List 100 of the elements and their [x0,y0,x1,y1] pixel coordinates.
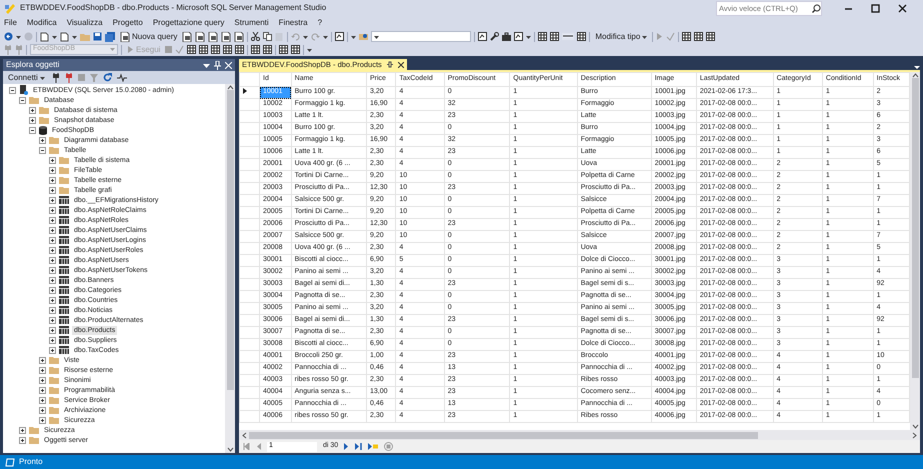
grid-icon[interactable] [279,45,288,54]
toolbox-icon[interactable] [502,32,512,41]
checkmark-icon[interactable] [175,45,184,54]
close-icon[interactable] [398,62,404,68]
dropdown-icon[interactable] [203,62,210,68]
copy-icon[interactable] [263,32,272,41]
expand-icon[interactable] [39,136,46,144]
menu-item[interactable]: Modifica [26,17,57,29]
grid-icon[interactable] [211,45,220,54]
change-type-button[interactable]: Modifica tipo [593,30,650,42]
plug-icon[interactable] [52,72,60,82]
pin-icon[interactable] [386,61,393,68]
scroll-right-icon[interactable] [912,432,918,438]
expand-icon[interactable] [49,266,56,274]
grid-icon[interactable] [291,45,300,54]
grid-icon[interactable] [694,32,704,41]
wrench-icon[interactable] [490,32,500,41]
expand-icon[interactable] [29,116,36,124]
save-all-icon[interactable] [105,32,115,42]
close-icon[interactable] [898,4,907,12]
menu-item[interactable]: Progetto [112,17,143,29]
scroll-up-icon[interactable] [226,84,234,90]
grid-icon[interactable] [706,32,716,41]
expand-icon[interactable] [39,396,46,404]
query-icon[interactable] [182,32,192,42]
query-icon[interactable] [195,32,206,42]
grid-icon[interactable] [187,45,196,54]
grid-icon[interactable] [263,45,272,54]
expand-icon[interactable] [19,436,26,444]
menu-item[interactable]: Progettazione query [152,17,224,29]
query-icon[interactable] [221,32,232,42]
menu-item[interactable]: Strumenti [234,17,269,29]
expand-icon[interactable] [49,216,56,224]
collapse-icon[interactable] [19,96,26,104]
collapse-icon[interactable] [29,126,36,134]
expand-icon[interactable] [49,306,56,314]
search-icon[interactable] [812,4,821,12]
save-icon[interactable] [93,32,102,41]
expand-icon[interactable] [49,296,56,304]
expand-icon[interactable] [49,346,56,354]
activity-icon[interactable] [116,73,127,82]
expand-icon[interactable] [49,206,56,214]
next-page-icon[interactable] [344,443,350,450]
window-icon[interactable] [478,32,488,41]
expand-icon[interactable] [39,386,46,394]
expand-icon[interactable] [49,166,56,174]
collapse-icon[interactable] [9,86,16,94]
window-icon[interactable] [335,32,344,41]
expand-icon[interactable] [39,356,46,364]
query-icon[interactable] [120,32,130,42]
back-icon[interactable] [4,32,13,41]
expand-icon[interactable] [49,276,56,284]
expand-icon[interactable] [49,336,56,344]
expand-icon[interactable] [49,256,56,264]
expand-icon[interactable] [39,366,46,374]
grid-icon[interactable] [223,45,232,54]
scroll-left-icon[interactable] [241,432,247,438]
expand-icon[interactable] [19,426,26,434]
query-icon[interactable] [208,32,218,42]
menu-item[interactable]: Visualizza [66,17,103,29]
expand-icon[interactable] [39,416,46,424]
scroll-up-icon[interactable] [912,72,918,78]
grid-icon[interactable] [682,32,692,41]
expand-icon[interactable] [49,186,56,194]
expand-icon[interactable] [49,316,56,324]
scroll-down-icon[interactable] [226,447,234,453]
grid-icon[interactable] [199,45,208,54]
expand-icon[interactable] [49,326,56,334]
expand-icon[interactable] [49,156,56,164]
expand-icon[interactable] [49,236,56,244]
row-header[interactable] [240,86,260,98]
grid-icon[interactable] [235,45,244,54]
scrollbar[interactable] [225,84,235,453]
menu-item[interactable]: ? [318,17,322,29]
menu-item[interactable]: Finestra [278,17,308,29]
expand-icon[interactable] [49,226,56,234]
expand-icon[interactable] [49,196,56,204]
scrollbar[interactable] [910,72,920,430]
connect-button[interactable]: Connetti [6,72,47,84]
checkmark-icon[interactable] [666,32,676,41]
window-icon[interactable] [514,32,524,41]
expand-icon[interactable] [29,106,36,114]
menu-item[interactable]: File [4,17,17,29]
query-icon[interactable] [234,32,244,42]
grid-icon[interactable] [550,32,560,41]
collapse-icon[interactable] [39,146,46,154]
refresh-icon[interactable] [102,73,112,82]
new-query-button[interactable]: Nuova query [118,30,180,42]
grid-icon[interactable] [251,45,260,54]
scissors-icon[interactable] [251,32,260,41]
new-row-icon[interactable] [368,443,378,450]
expand-icon[interactable] [39,376,46,384]
maximize-icon[interactable] [871,4,880,12]
expand-icon[interactable] [49,246,56,254]
new-file-icon[interactable] [40,32,49,42]
expand-icon[interactable] [49,176,56,184]
new-file-icon[interactable] [60,32,69,42]
expand-icon[interactable] [49,286,56,294]
last-page-icon[interactable] [355,443,362,450]
scrollbar[interactable] [239,430,920,440]
